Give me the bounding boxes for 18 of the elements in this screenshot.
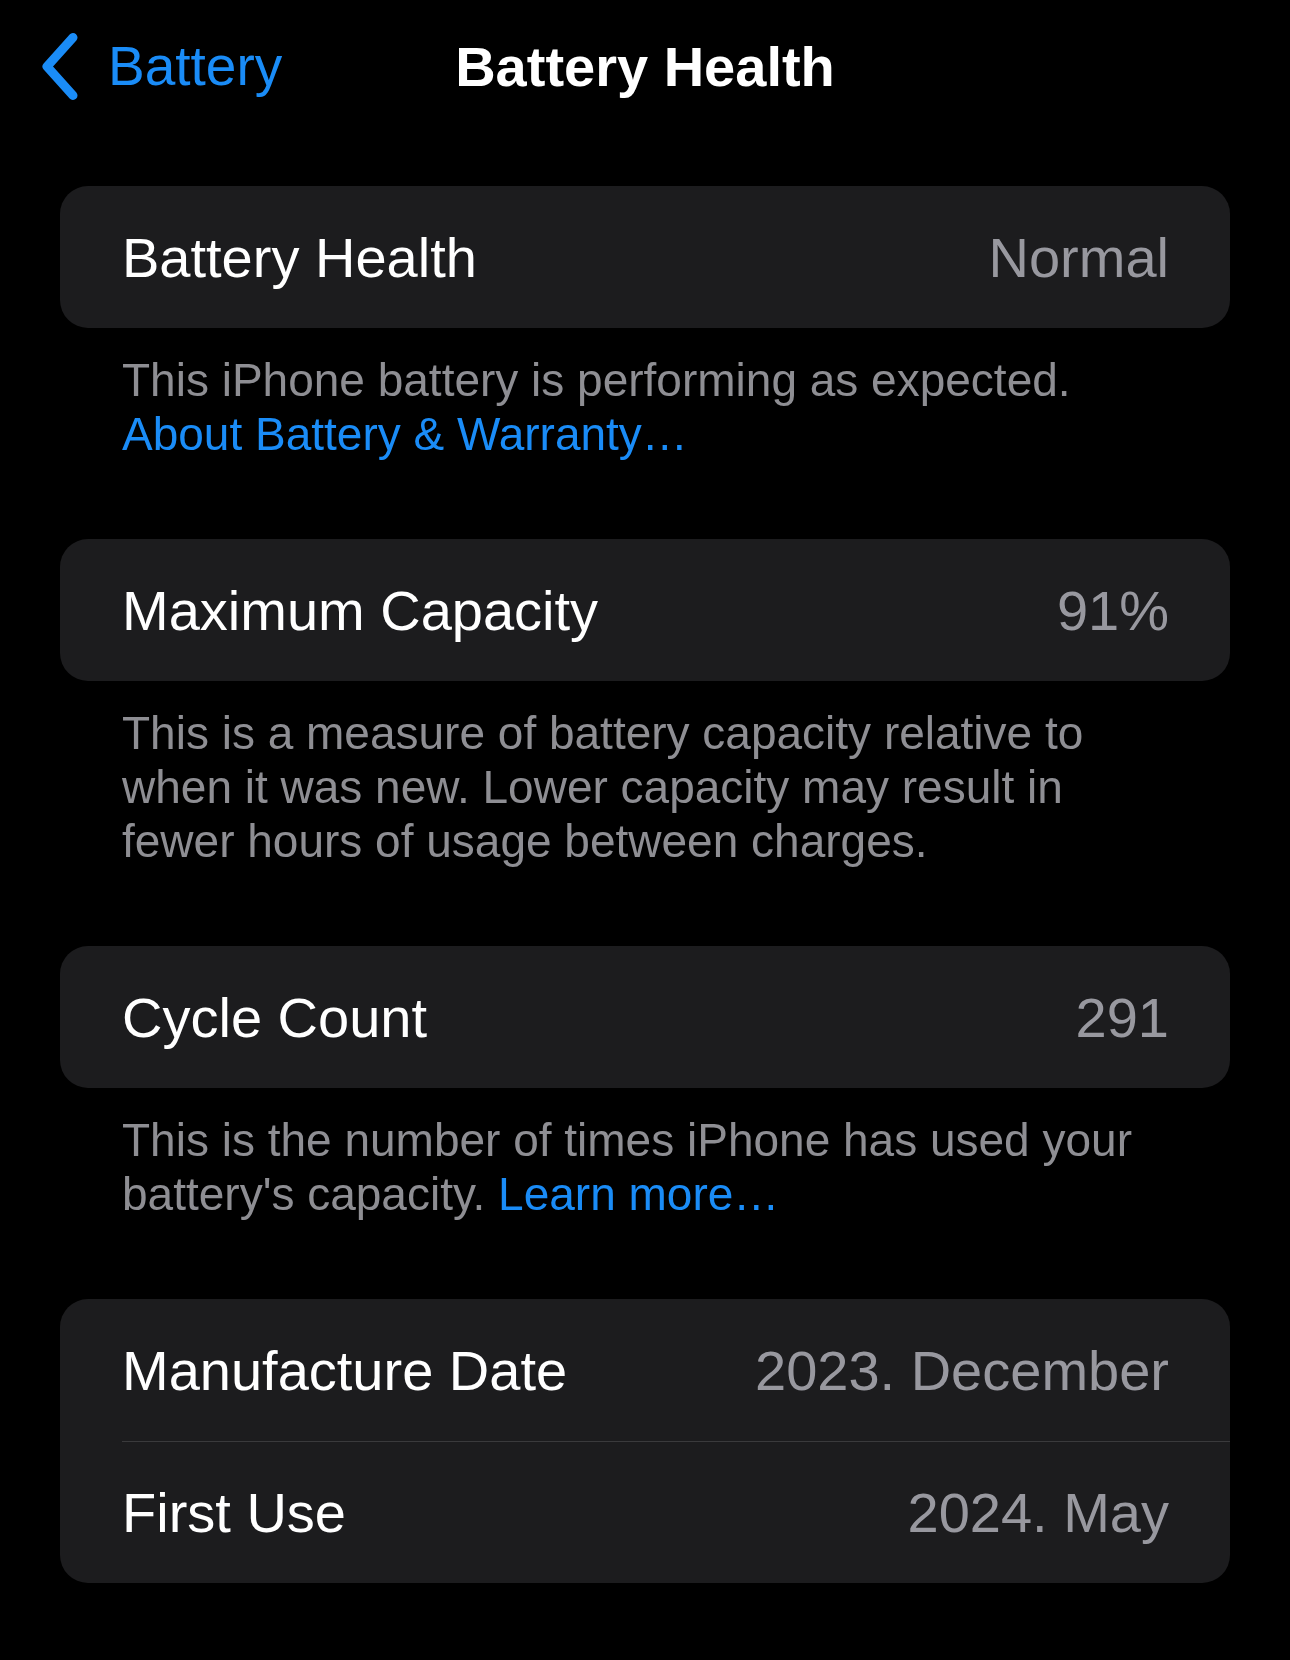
row-value: Normal — [988, 224, 1169, 290]
row-label: Maximum Capacity — [122, 577, 599, 643]
footer-link[interactable]: Learn more… — [498, 1168, 780, 1220]
row-label: Manufacture Date — [122, 1337, 568, 1403]
back-button[interactable]: Battery — [42, 32, 283, 100]
row-value: 291 — [1075, 984, 1169, 1050]
footer-text: This is a measure of battery capacity relative to when it was new. Lower capacity may result in fewer hours of usage between charges. — [121, 706, 1085, 868]
row-label: First Use — [122, 1480, 346, 1545]
footer-text: This iPhone battery is performing as expected. About Battery & Warranty… — [121, 353, 1072, 461]
page-title: Battery Health — [455, 33, 835, 99]
row-value: 2023. December — [755, 1337, 1169, 1403]
chevron-icon — [42, 32, 78, 100]
footer-text: This is the number of times iPhone has used your battery's capacity. Learn more… — [121, 1113, 1133, 1221]
row-value: 2024. May — [907, 1480, 1169, 1545]
row-label: Battery Health — [122, 224, 477, 290]
row-label: Cycle Count — [122, 984, 428, 1050]
row-value: 91% — [1056, 577, 1169, 643]
footer-link[interactable]: About Battery & Warranty… — [122, 408, 688, 460]
